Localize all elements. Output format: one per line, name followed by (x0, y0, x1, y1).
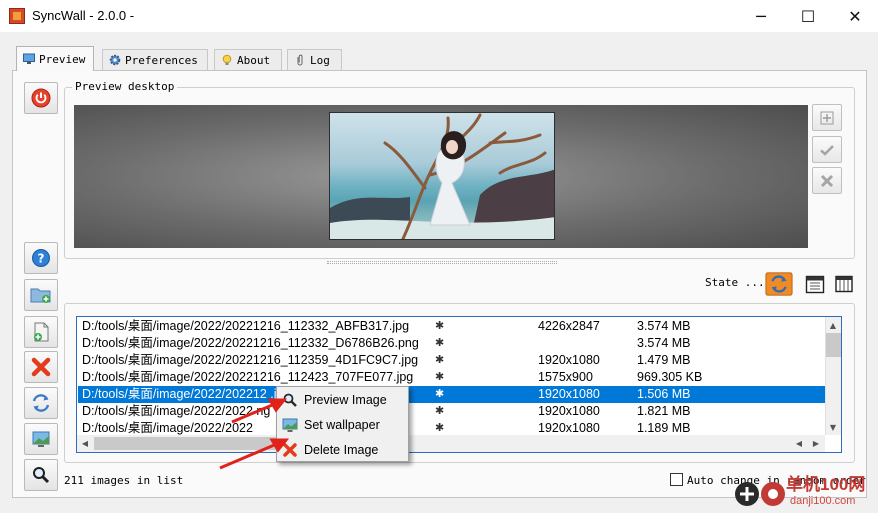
auto-change-checkbox[interactable] (670, 473, 683, 486)
grid-icon (835, 275, 853, 292)
delete-x-icon (31, 357, 51, 377)
file-resolution: 1920x1080 (538, 404, 600, 418)
file-list[interactable]: D:/tools/桌面/image/2022/20221216_112332_A… (76, 316, 842, 453)
state-label: State ... (705, 276, 765, 289)
cancel-preview-button[interactable] (812, 167, 842, 194)
menu-item-label: Set wallpaper (304, 418, 380, 432)
star-flag-icon: ✱ (435, 371, 445, 383)
file-size: 969.305 KB (637, 370, 703, 384)
help-button[interactable]: ? (24, 242, 58, 274)
help-icon: ? (32, 249, 50, 267)
tab-preview[interactable]: Preview (16, 46, 94, 71)
star-flag-icon: ✱ (435, 320, 445, 332)
wallpaper-artwork (330, 113, 554, 239)
checkmark-icon (820, 144, 834, 156)
state-sync-button[interactable] (765, 271, 793, 296)
folder-add-icon (30, 288, 51, 303)
magnifier-icon (33, 467, 50, 484)
file-add-icon (34, 322, 49, 342)
annotation-arrowhead-1 (267, 398, 288, 413)
file-size: 1.506 MB (637, 387, 691, 401)
sync-state-icon (765, 271, 793, 296)
power-icon (31, 88, 51, 108)
scroll-up-arrow-icon[interactable]: ▲ (825, 317, 841, 333)
scroll-left-arrow-icon[interactable]: ◀ (77, 435, 93, 451)
lightbulb-icon (222, 54, 232, 65)
list-item[interactable]: D:/tools/桌面/image/2022/20221216_112332_D… (78, 335, 826, 352)
file-size: 3.574 MB (637, 319, 691, 333)
file-size: 1.479 MB (637, 353, 691, 367)
vertical-scroll-thumb[interactable] (826, 333, 841, 357)
annotation-arrows (219, 398, 290, 470)
power-button[interactable] (24, 82, 58, 114)
wallpaper-preview-image (329, 112, 555, 240)
list-item[interactable]: D:/tools/桌面/image/2022/20221216_112359_4… (78, 352, 826, 369)
star-flag-icon: ✱ (435, 354, 445, 366)
close-button[interactable]: ✕ (832, 0, 878, 32)
maximize-button[interactable]: ☐ (785, 0, 831, 32)
minimize-button[interactable]: ─ (738, 0, 784, 32)
table-view-button[interactable] (830, 271, 858, 296)
wallpaper-icon (32, 431, 50, 447)
list-item[interactable]: D:/tools/桌面/image/2022/20221216_112332_A… (78, 318, 826, 335)
tab-label: Preferences (125, 53, 198, 67)
remove-button[interactable] (24, 351, 58, 383)
file-size: 3.574 MB (637, 336, 691, 350)
gear-icon (109, 54, 121, 66)
calendar-view-button[interactable] (801, 271, 829, 296)
add-folder-button[interactable] (24, 279, 58, 311)
tab-preferences[interactable]: Preferences (102, 49, 208, 70)
menu-item-label: Delete Image (304, 443, 379, 457)
star-flag-icon: ✱ (435, 388, 445, 400)
scroll-right-arrow-icon[interactable]: ▶ (808, 435, 824, 451)
apply-button[interactable] (812, 136, 842, 163)
refresh-button[interactable] (24, 387, 58, 419)
monitor-icon (23, 53, 35, 64)
tab-label: About (237, 53, 271, 67)
svg-text:?: ? (38, 252, 45, 266)
file-path: D:/tools/桌面/image/2022/20221216_112332_A… (82, 319, 410, 333)
tab-label: Log (310, 53, 330, 67)
file-resolution: 4226x2847 (538, 319, 600, 333)
expand-icon (820, 111, 834, 124)
list-item-selected[interactable]: D:/tools/桌面/image/2022/202212 .jpg ✱ 192… (78, 386, 826, 403)
file-resolution: 1575x900 (538, 370, 593, 384)
file-path: D:/tools/桌面/image/2022/20221216_112332_D… (82, 336, 419, 350)
cross-icon (820, 174, 834, 187)
set-wallpaper-button[interactable] (24, 423, 58, 455)
file-path: D:/tools/桌面/image/2022/20221216_112359_4… (82, 353, 419, 367)
list-item[interactable]: D:/tools/桌面/image/2022/20221216_112423_7… (78, 369, 826, 386)
add-file-button[interactable] (24, 316, 58, 348)
list-item[interactable]: D:/tools/桌面/image/2022/2022 ng ✱ 1920x10… (78, 403, 826, 420)
splitter-handle[interactable] (327, 261, 557, 264)
menu-item-label: Preview Image (304, 393, 387, 407)
tab-log[interactable]: Log (287, 49, 342, 70)
file-resolution: 1920x1080 (538, 353, 600, 367)
view-image-button[interactable] (24, 459, 58, 491)
tab-about[interactable]: About (214, 49, 282, 70)
file-size: 1.821 MB (637, 404, 691, 418)
tab-label: Preview (39, 52, 86, 66)
scroll-down-arrow-icon[interactable]: ▼ (825, 419, 841, 435)
watermark-text: 单机100网 (786, 475, 866, 494)
star-flag-icon: ✱ (435, 337, 445, 349)
calendar-icon (805, 275, 825, 293)
scroll-left-end-arrow-icon[interactable]: ◀ (791, 435, 807, 451)
app-icon (9, 8, 25, 24)
window-title: SyncWall - 2.0.0 - (32, 8, 135, 23)
file-resolution: 1920x1080 (538, 387, 600, 401)
preview-group-label: Preview desktop (72, 80, 178, 93)
zoom-fit-button[interactable] (812, 104, 842, 131)
watermark-subtext: danji100.com (790, 495, 856, 507)
sync-arrows-icon (32, 394, 50, 412)
annotation-arrowhead-2 (269, 438, 290, 453)
star-flag-icon: ✱ (435, 405, 445, 417)
image-count-label: 211 images in list (64, 474, 184, 487)
paperclip-icon (297, 54, 303, 66)
